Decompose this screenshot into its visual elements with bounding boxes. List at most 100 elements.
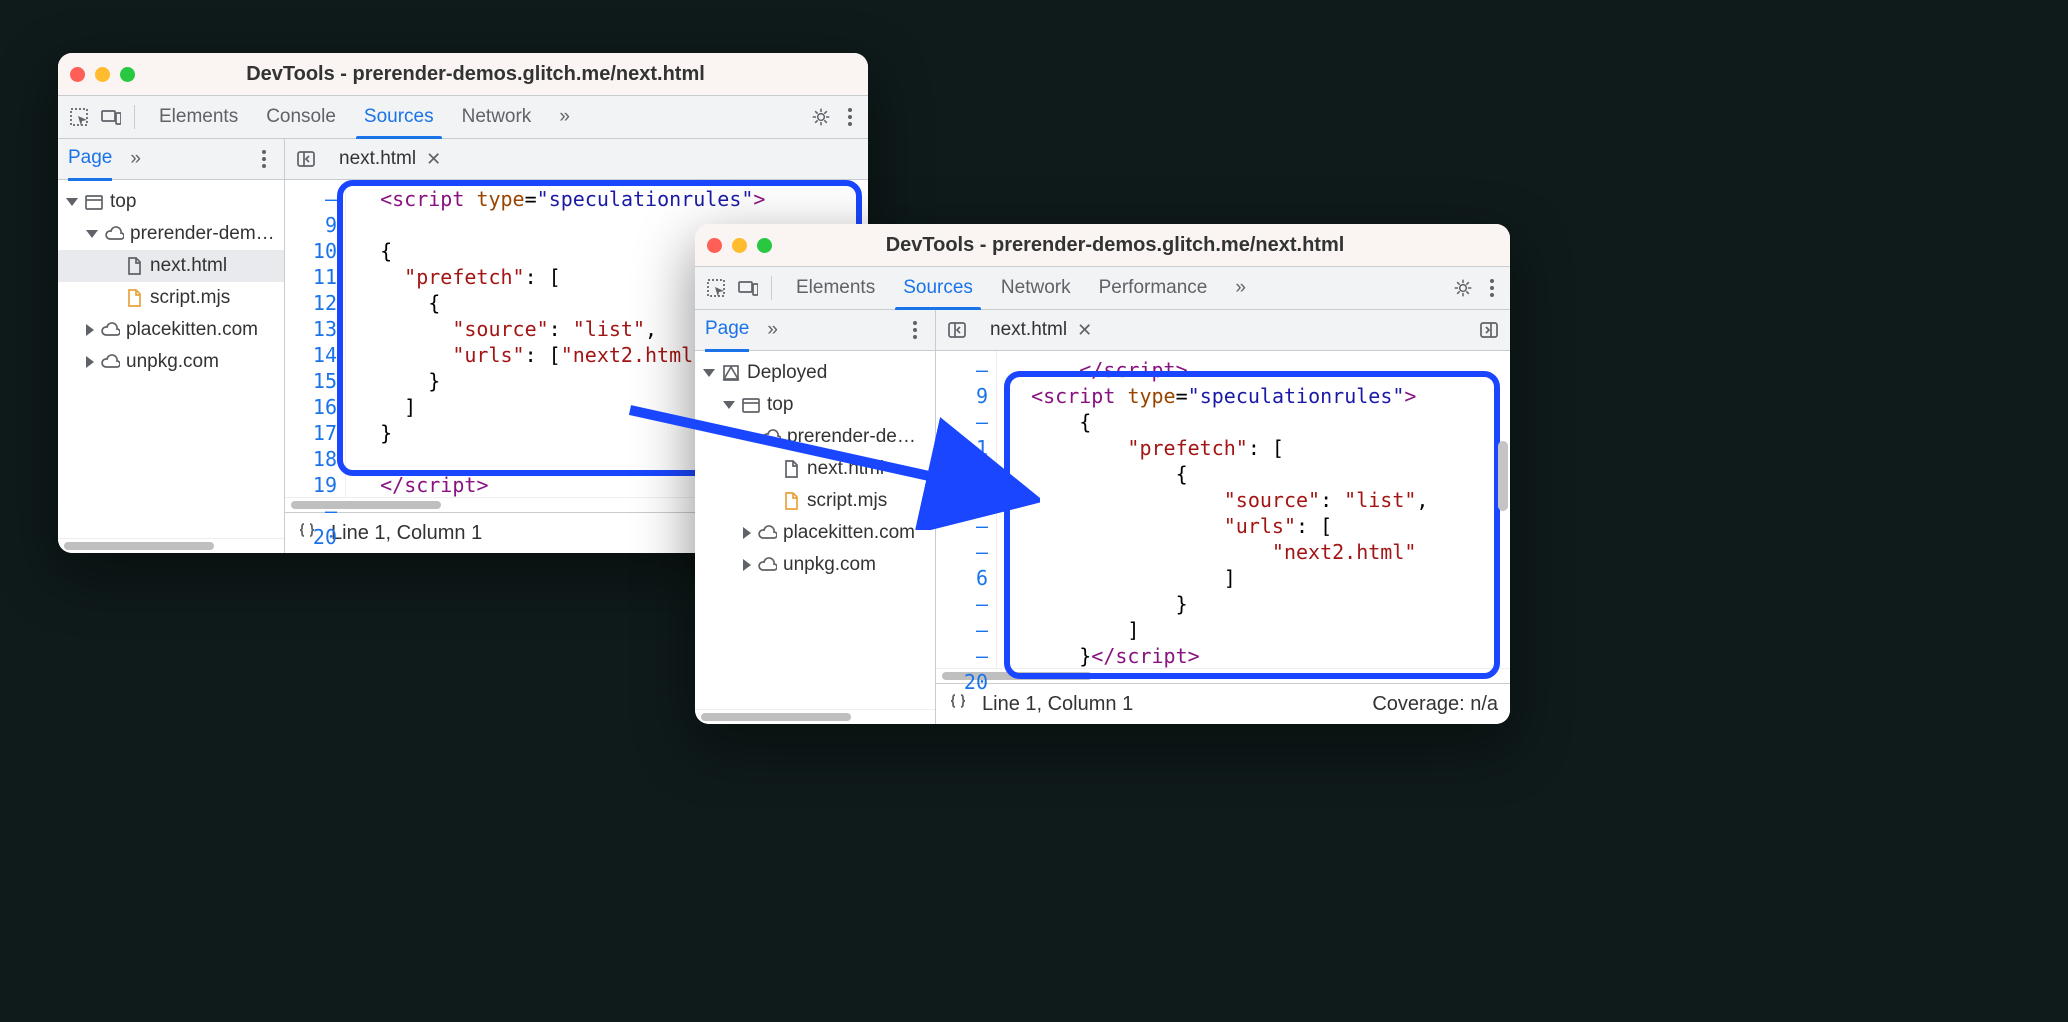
page-tab[interactable]: Page: [68, 147, 112, 171]
more-icon[interactable]: »: [759, 319, 786, 341]
chevron-down-icon[interactable]: [723, 401, 735, 409]
tree-node-label: next.html: [150, 255, 227, 277]
tree-node[interactable]: unpkg.com: [695, 549, 935, 581]
gear-icon[interactable]: [1450, 275, 1476, 301]
panel-toggle-icon[interactable]: [944, 317, 970, 343]
tree-node-label: placekitten.com: [783, 522, 915, 544]
cloud-icon: [100, 352, 120, 372]
traffic-lights: [70, 67, 135, 82]
gear-icon[interactable]: [808, 104, 834, 130]
tree-node-label: unpkg.com: [783, 554, 876, 576]
kebab-icon[interactable]: [905, 318, 925, 342]
more-icon[interactable]: »: [122, 148, 149, 170]
chevron-down-icon[interactable]: [743, 433, 755, 441]
js-icon: [124, 288, 144, 308]
tree-node[interactable]: next.html: [695, 453, 935, 485]
tab-sources[interactable]: Sources: [889, 267, 987, 309]
chevron-right-icon[interactable]: [86, 324, 94, 336]
file-tab[interactable]: next.html ✕: [982, 310, 1100, 350]
device-icon[interactable]: [735, 275, 761, 301]
tree-node-label: placekitten.com: [126, 319, 258, 341]
tree-node-label: Deployed: [747, 362, 827, 384]
tree-node[interactable]: script.mjs: [695, 485, 935, 517]
navigator-sidebar: Page » Deployed top prerender-demos.glitch…: [695, 310, 936, 724]
code-editor[interactable]: –9–1–3––6–––20 </script> <script type="s…: [936, 351, 1510, 668]
code: </script> <script type="speculationrules…: [997, 351, 1510, 668]
vertical-scrollbar[interactable]: [1498, 441, 1508, 511]
close-icon[interactable]: [70, 67, 85, 82]
cloud-icon: [104, 224, 124, 244]
tree-node[interactable]: prerender-demos.glitch.me: [695, 421, 935, 453]
chevron-down-icon[interactable]: [703, 369, 715, 377]
kebab-icon[interactable]: [254, 147, 274, 171]
tree-node[interactable]: Deployed: [695, 357, 935, 389]
close-tab-icon[interactable]: ✕: [426, 149, 441, 170]
inspect-icon[interactable]: [66, 104, 92, 130]
scrollbar[interactable]: [58, 538, 284, 553]
chevron-right-icon[interactable]: [743, 527, 751, 539]
file-tab[interactable]: next.html ✕: [331, 139, 449, 179]
scrollbar[interactable]: [695, 709, 935, 724]
scrollbar[interactable]: [936, 668, 1510, 683]
more-tabs-icon[interactable]: »: [551, 106, 578, 128]
titlebar: DevTools - prerender-demos.glitch.me/nex…: [695, 224, 1510, 267]
device-icon[interactable]: [98, 104, 124, 130]
main-toolbar: ElementsSourcesNetworkPerformance »: [695, 267, 1510, 310]
close-tab-icon[interactable]: ✕: [1077, 320, 1092, 341]
separator: [134, 105, 135, 129]
minimize-icon[interactable]: [95, 67, 110, 82]
file-tab-bar: next.html ✕: [936, 310, 1510, 351]
chevron-down-icon[interactable]: [86, 230, 98, 238]
tab-performance[interactable]: Performance: [1085, 267, 1222, 309]
panel-toggle-icon[interactable]: [293, 146, 319, 172]
tree-node[interactable]: top: [58, 186, 284, 218]
chevron-right-icon[interactable]: [743, 559, 751, 571]
tree-node[interactable]: unpkg.com: [58, 346, 284, 378]
coverage-label: Coverage: n/a: [1372, 693, 1498, 716]
tab-elements[interactable]: Elements: [145, 96, 252, 138]
zoom-icon[interactable]: [757, 238, 772, 253]
tree-node[interactable]: top: [695, 389, 935, 421]
cloud-icon: [757, 523, 777, 543]
more-tabs-icon[interactable]: »: [1227, 277, 1254, 299]
inspect-icon[interactable]: [703, 275, 729, 301]
separator: [771, 276, 772, 300]
file-tab-bar: next.html ✕: [285, 139, 868, 180]
chevron-down-icon[interactable]: [66, 198, 78, 206]
tree-node[interactable]: next.html: [58, 250, 284, 282]
panel-right-icon[interactable]: [1476, 317, 1502, 343]
tree-node-label: prerender-demos.glitch.me: [787, 426, 929, 448]
tree-node-label: top: [110, 191, 136, 213]
tab-sources[interactable]: Sources: [350, 96, 448, 138]
status-bar: Line 1, Column 1 Coverage: n/a: [936, 683, 1510, 724]
tree-node[interactable]: placekitten.com: [695, 517, 935, 549]
chevron-right-icon[interactable]: [86, 356, 94, 368]
minimize-icon[interactable]: [732, 238, 747, 253]
tab-console[interactable]: Console: [252, 96, 350, 138]
navigator-sidebar: Page » top prerender-demos.glitch.me next.…: [58, 139, 285, 553]
close-icon[interactable]: [707, 238, 722, 253]
tree-node[interactable]: placekitten.com: [58, 314, 284, 346]
page-tab[interactable]: Page: [705, 318, 749, 342]
sidebar-tabs: Page »: [695, 310, 935, 351]
cursor-position: Line 1, Column 1: [331, 522, 482, 545]
cloud-icon: [100, 320, 120, 340]
kebab-icon[interactable]: [840, 105, 860, 129]
tab-network[interactable]: Network: [987, 267, 1085, 309]
kebab-icon[interactable]: [1482, 276, 1502, 300]
tree-node[interactable]: script.mjs: [58, 282, 284, 314]
sidebar-tabs: Page »: [58, 139, 284, 180]
tab-network[interactable]: Network: [448, 96, 546, 138]
js-icon: [781, 491, 801, 511]
tree-node[interactable]: prerender-demos.glitch.me: [58, 218, 284, 250]
tab-elements[interactable]: Elements: [782, 267, 889, 309]
main-toolbar: ElementsConsoleSourcesNetwork »: [58, 96, 868, 139]
gutter: –910111213141516171819–20: [285, 180, 346, 497]
doc-icon: [781, 459, 801, 479]
zoom-icon[interactable]: [120, 67, 135, 82]
file-tree: Deployed top prerender-demos.glitch.me next…: [695, 351, 935, 709]
tree-node-label: script.mjs: [807, 490, 887, 512]
file-tab-label: next.html: [339, 148, 416, 170]
deploy-icon: [721, 363, 741, 383]
tree-node-label: prerender-demos.glitch.me: [130, 223, 278, 245]
